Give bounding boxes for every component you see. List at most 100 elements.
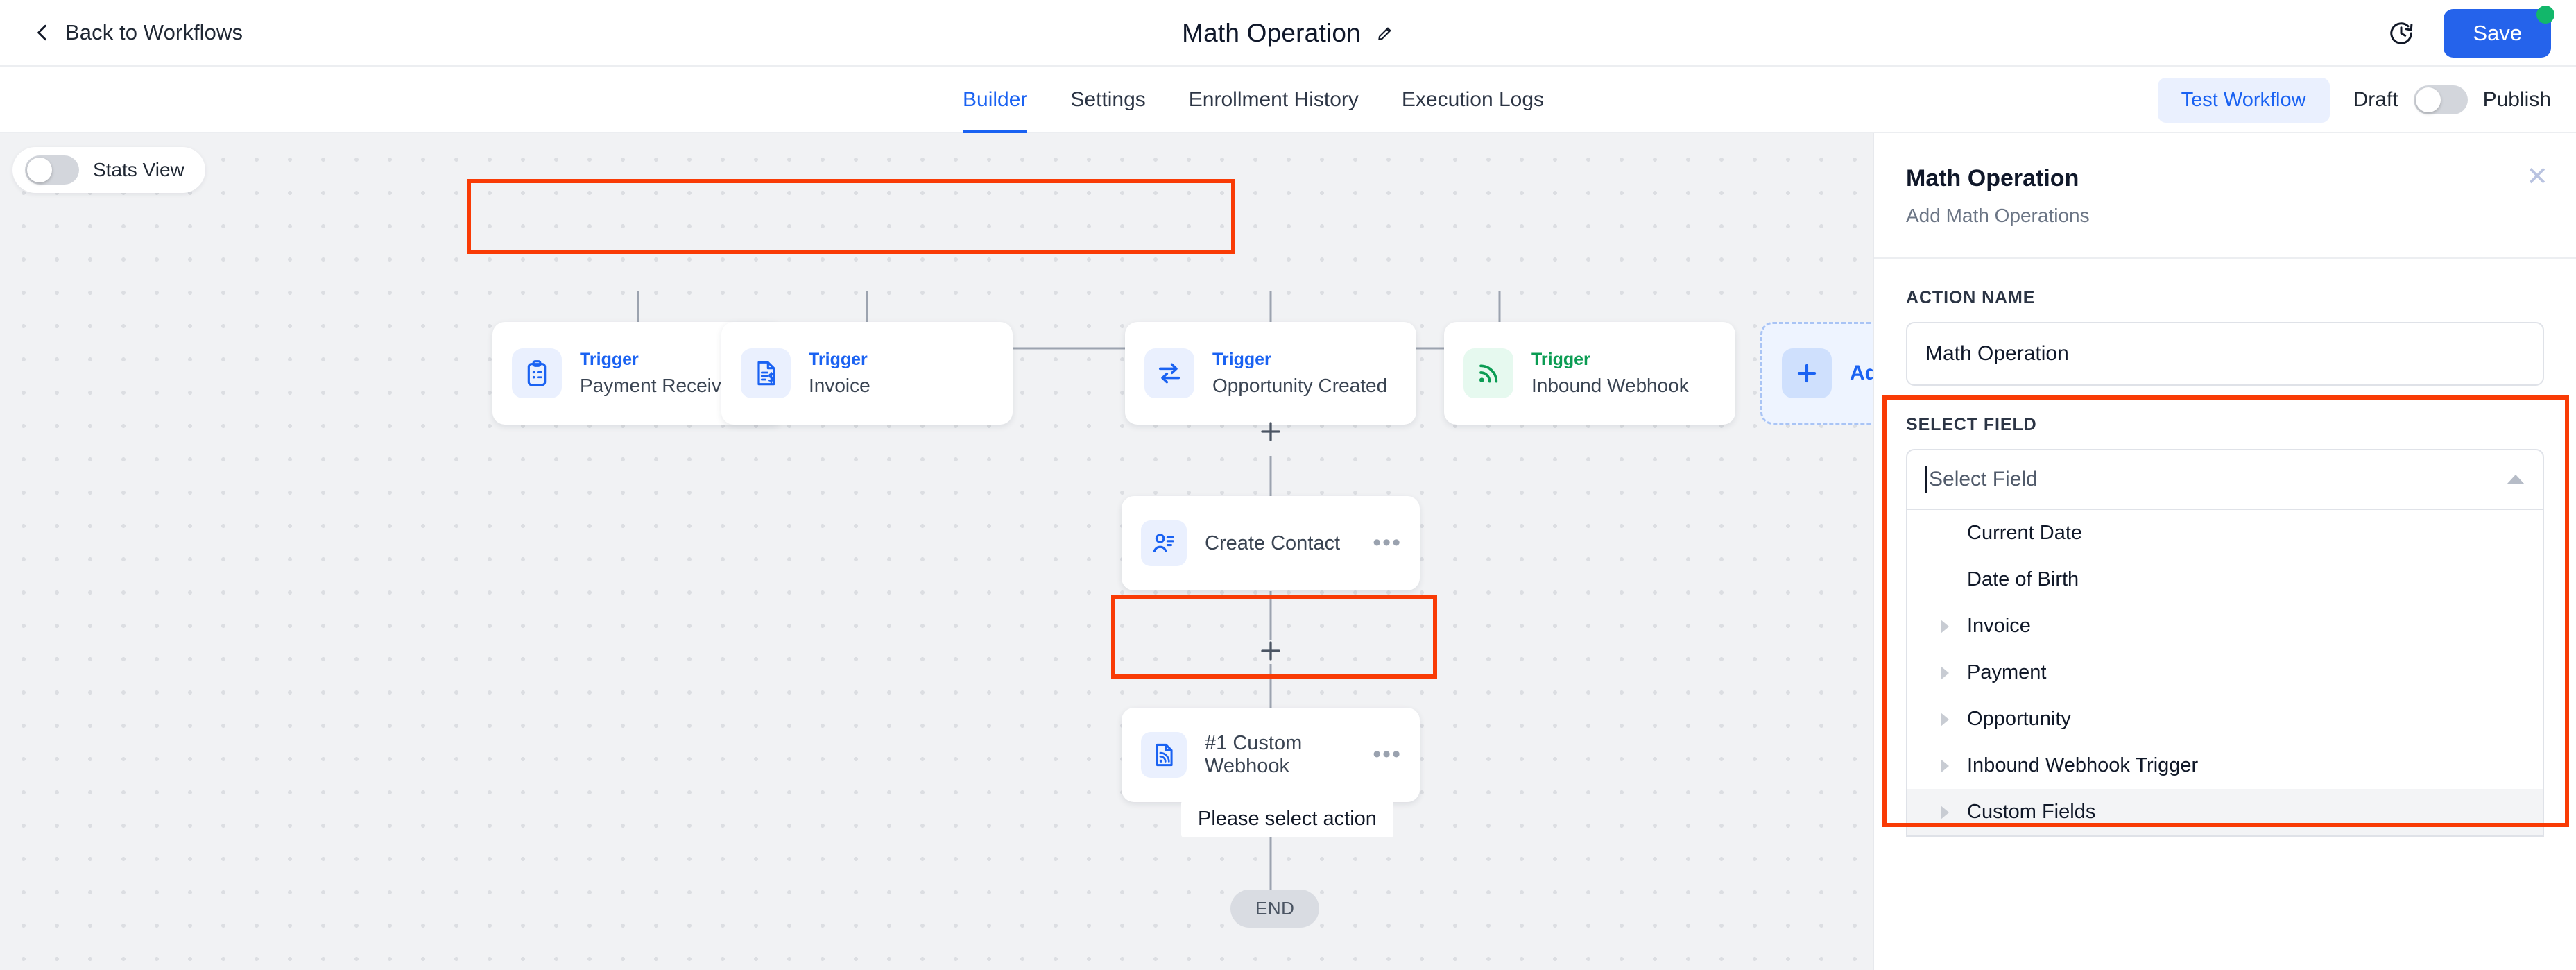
- option-label: Current Date: [1967, 522, 2083, 544]
- trigger-name-label: Payment Received: [580, 375, 744, 396]
- unsaved-changes-dot: [2536, 6, 2554, 24]
- workflow-canvas[interactable]: Stats View Trigger Payment Received Trig…: [0, 133, 1873, 970]
- select-field-input[interactable]: Select Field: [1906, 449, 2544, 510]
- node-options-menu[interactable]: •••: [1373, 743, 1402, 766]
- option-date-of-birth[interactable]: Date of Birth: [1907, 556, 2543, 603]
- trigger-card-text: Trigger Inbound Webhook: [1531, 350, 1689, 397]
- select-field-dropdown: Select Field Current Date Date of Birth …: [1906, 449, 2544, 837]
- top-bar-actions: Save: [2388, 0, 2554, 67]
- draft-label: Draft: [2353, 88, 2398, 111]
- stats-view-switch-knob: [27, 158, 52, 182]
- publish-label: Publish: [2482, 88, 2551, 111]
- save-button-label: Save: [2473, 21, 2522, 45]
- trigger-card-text: Trigger Invoice: [809, 350, 870, 397]
- workflow-node-custom-webhook[interactable]: #1 Custom Webhook •••: [1122, 708, 1420, 802]
- panel-divider: [1874, 257, 2576, 259]
- trigger-kind-label: Trigger: [1531, 350, 1590, 369]
- plus-icon: [1782, 348, 1832, 398]
- workflow-node-create-contact[interactable]: Create Contact •••: [1122, 496, 1420, 590]
- workflow-connectors: [637, 291, 1501, 890]
- workflow-title-group: Math Operation: [0, 0, 2576, 67]
- close-icon[interactable]: ✕: [2526, 164, 2548, 190]
- trigger-card-inbound-webhook[interactable]: Trigger Inbound Webhook: [1444, 322, 1735, 425]
- chevron-right-icon: [1941, 758, 1949, 773]
- panel-header: Math Operation Add Math Operations ✕: [1874, 133, 2576, 227]
- panel-fields: ACTION NAME SELECT FIELD Select Field Cu…: [1874, 288, 2576, 837]
- history-clock-icon[interactable]: [2388, 20, 2414, 46]
- workflow-node-label: #1 Custom Webhook: [1205, 732, 1303, 777]
- back-to-workflows-link[interactable]: Back to Workflows: [33, 20, 243, 45]
- workflow-end-node: END: [1230, 890, 1320, 928]
- test-workflow-button[interactable]: Test Workflow: [2157, 77, 2330, 123]
- trigger-card-invoice[interactable]: Trigger Invoice: [721, 322, 1013, 425]
- trigger-kind-label: Trigger: [1212, 350, 1271, 369]
- option-label: Opportunity: [1967, 708, 2071, 730]
- trigger-name-label: Invoice: [809, 375, 870, 396]
- add-step-button-1[interactable]: [1258, 419, 1283, 444]
- save-button[interactable]: Save: [2444, 6, 2554, 58]
- publish-toggle-knob: [2415, 87, 2441, 112]
- chevron-right-icon: [1941, 712, 1949, 726]
- select-field-option-list: Current Date Date of Birth Invoice Payme…: [1906, 510, 2544, 837]
- option-opportunity[interactable]: Opportunity: [1907, 696, 2543, 742]
- add-step-button-2[interactable]: [1258, 638, 1283, 663]
- select-action-note: Please select action: [1181, 801, 1393, 837]
- tab-list: Builder Settings Enrollment History Exec…: [963, 67, 1544, 133]
- text-caret: [1925, 466, 1927, 493]
- chevron-up-icon[interactable]: [2507, 475, 2525, 484]
- chevron-right-icon: [1941, 805, 1949, 819]
- tab-builder[interactable]: Builder: [963, 67, 1028, 133]
- chevron-right-icon: [1941, 665, 1949, 680]
- top-bar: Back to Workflows Math Operation Save: [0, 0, 2576, 67]
- action-name-label: ACTION NAME: [1906, 288, 2036, 307]
- option-custom-fields[interactable]: Custom Fields: [1907, 789, 2543, 835]
- tabs-bar: Builder Settings Enrollment History Exec…: [0, 67, 2576, 133]
- trigger-kind-label: Trigger: [809, 350, 868, 369]
- option-current-date[interactable]: Current Date: [1907, 510, 2543, 556]
- panel-title: Math Operation: [1906, 165, 2079, 192]
- stats-view-toggle[interactable]: Stats View: [12, 147, 205, 193]
- trigger-name-label: Opportunity Created: [1212, 375, 1388, 396]
- option-inbound-webhook-trigger[interactable]: Inbound Webhook Trigger: [1907, 742, 2543, 789]
- document-rss-icon: [1141, 732, 1187, 778]
- invoice-document-icon: [741, 348, 791, 398]
- trigger-card-text: Trigger Opportunity Created: [1212, 350, 1387, 397]
- rss-signal-icon: [1463, 348, 1513, 398]
- action-settings-panel: Math Operation Add Math Operations ✕ ACT…: [1873, 133, 2576, 970]
- option-label: Payment: [1967, 661, 2047, 683]
- clipboard-icon: [512, 348, 562, 398]
- workflow-node-label: Create Contact: [1205, 531, 1341, 554]
- option-label: Date of Birth: [1967, 568, 2079, 590]
- trigger-kind-label: Trigger: [580, 350, 639, 369]
- publish-toggle[interactable]: [2413, 85, 2468, 114]
- add-new-trigger-label: Add N: [1850, 361, 1873, 384]
- trigger-name-label: Inbound Webhook: [1531, 375, 1689, 396]
- action-name-input[interactable]: [1906, 322, 2544, 386]
- chevron-left-icon: [37, 24, 46, 41]
- tabs-bar-actions: Test Workflow Draft Publish: [2157, 67, 2551, 133]
- option-label: Inbound Webhook Trigger: [1967, 754, 2199, 776]
- add-new-trigger-card[interactable]: Add N: [1760, 322, 1873, 425]
- tab-execution-logs[interactable]: Execution Logs: [1402, 67, 1544, 133]
- back-to-workflows-label: Back to Workflows: [65, 20, 243, 44]
- option-invoice[interactable]: Invoice: [1907, 603, 2543, 649]
- page-title: Math Operation: [1182, 19, 1361, 47]
- chevron-right-icon: [1941, 619, 1949, 633]
- arrows-exchange-icon: [1144, 348, 1194, 398]
- option-label: Custom Fields: [1967, 801, 2096, 823]
- person-list-icon: [1141, 520, 1187, 566]
- trigger-card-opportunity-created[interactable]: Trigger Opportunity Created: [1125, 322, 1416, 425]
- select-field-label: SELECT FIELD: [1906, 415, 2037, 434]
- option-label: Invoice: [1967, 615, 2031, 637]
- stats-view-switch[interactable]: [25, 155, 79, 185]
- pencil-icon[interactable]: [1376, 24, 1394, 42]
- select-field-placeholder: Select Field: [1929, 468, 2038, 491]
- tab-settings[interactable]: Settings: [1070, 67, 1145, 133]
- node-options-menu[interactable]: •••: [1373, 531, 1402, 554]
- stats-view-label: Stats View: [93, 159, 184, 180]
- option-payment[interactable]: Payment: [1907, 649, 2543, 696]
- draft-publish-group: Draft Publish: [2353, 85, 2551, 114]
- panel-subtitle: Add Math Operations: [1906, 205, 2090, 226]
- tab-enrollment-history[interactable]: Enrollment History: [1189, 67, 1359, 133]
- trigger-card-text: Trigger Payment Received: [580, 350, 743, 397]
